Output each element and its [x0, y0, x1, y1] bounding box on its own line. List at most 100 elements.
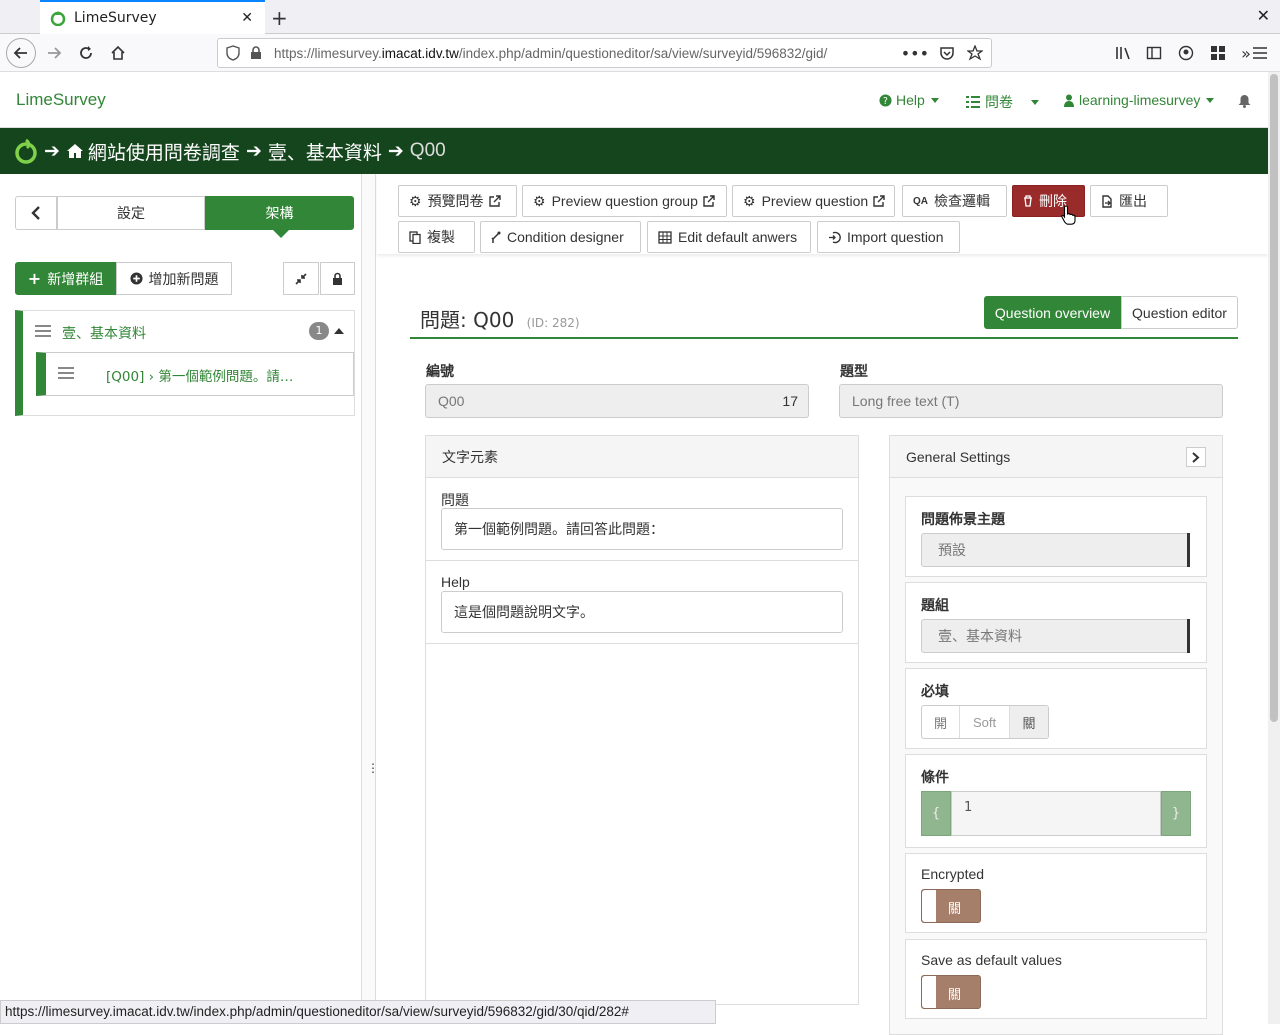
question-overview-button[interactable]: Question overview: [984, 296, 1121, 329]
condition-label: 條件: [921, 770, 949, 786]
table-icon: [658, 230, 672, 244]
copy-button[interactable]: 複製: [398, 221, 475, 253]
collapse-all-button[interactable]: [283, 262, 319, 295]
url-domain: imacat.idv.tw: [381, 45, 459, 61]
arrow-right-icon: ➔: [387, 140, 404, 162]
home-icon[interactable]: [104, 40, 132, 66]
qa-icon: QA: [913, 195, 928, 207]
check-logic-button[interactable]: QA 檢查邏輯: [902, 185, 1007, 217]
question-text-field[interactable]: 第一個範例問題。請回答此問題：: [441, 508, 843, 550]
limesurvey-logo-icon[interactable]: [14, 138, 38, 164]
add-question-button[interactable]: 增加新問題: [116, 262, 232, 295]
tab-settings[interactable]: 設定: [57, 196, 205, 230]
tab-title: LimeSurvey: [74, 10, 157, 26]
drag-handle-icon[interactable]: [35, 325, 51, 337]
browser-tab-bar: LimeSurvey ✕ + ✕: [0, 0, 1280, 34]
hamburger-menu-icon[interactable]: [1246, 40, 1274, 66]
expand-settings-button[interactable]: [1186, 447, 1206, 467]
preview-survey-button[interactable]: ⚙ 預覽問卷: [398, 185, 517, 217]
reload-icon[interactable]: [72, 40, 100, 66]
edit-default-answers-button[interactable]: Edit default anwers: [647, 221, 811, 253]
question-id-label: (ID: 282): [526, 316, 580, 330]
import-question-button[interactable]: Import question: [817, 221, 960, 253]
brand-logo-text[interactable]: LimeSurvey: [16, 90, 106, 110]
preview-question-button[interactable]: ⚙ Preview question: [732, 185, 895, 217]
theme-select[interactable]: 預設: [921, 533, 1190, 567]
mandatory-label: 必填: [921, 684, 949, 700]
breadcrumb-survey[interactable]: 網站使用問卷調查: [88, 138, 240, 165]
caret-up-icon[interactable]: [334, 328, 344, 334]
page-scrollbar[interactable]: [1268, 72, 1280, 1024]
scrollbar-thumb[interactable]: [1270, 74, 1278, 722]
user-menu[interactable]: learning-limesurvey: [1064, 92, 1215, 108]
add-group-button[interactable]: + 新增群組: [15, 262, 116, 295]
url-bar[interactable]: https://limesurvey.imacat.idv.tw/index.p…: [217, 38, 992, 68]
group-count-badge: 1: [309, 322, 329, 340]
question-title-prefix: 問題:: [420, 308, 467, 332]
lock-button[interactable]: [320, 262, 355, 295]
export-button[interactable]: 匯出: [1090, 185, 1168, 217]
question-type-label: 題型: [840, 364, 868, 380]
bell-icon[interactable]: [1238, 94, 1251, 108]
close-tab-icon[interactable]: ✕: [241, 10, 253, 26]
sidebar-toggle-icon[interactable]: [1140, 40, 1168, 66]
divider: [426, 560, 858, 561]
mandatory-option-off[interactable]: 關: [1010, 706, 1048, 738]
breadcrumb-group[interactable]: 壹、基本資料: [268, 138, 382, 165]
collapse-sidebar-button[interactable]: [15, 196, 57, 230]
question-editor-button[interactable]: Question editor: [1121, 296, 1238, 329]
url-prefix: https://limesurvey.: [274, 45, 382, 61]
save-default-value: 關: [948, 988, 962, 1003]
app-header: LimeSurvey ? Help 問卷 learning-limesurvey: [0, 72, 1268, 128]
help-menu[interactable]: ? Help: [879, 92, 939, 108]
encrypted-toggle[interactable]: 關: [921, 889, 981, 923]
text-elements-panel: 文字元素 問題 第一個範例問題。請回答此問題： Help 這是個問題說明文字。: [425, 435, 859, 1005]
extensions-icon[interactable]: [1204, 40, 1232, 66]
mandatory-toggle-group: 開 Soft 關: [921, 705, 1049, 739]
external-link-icon: [873, 195, 885, 207]
condition-input[interactable]: 1: [951, 791, 1161, 836]
panel-resize-handle[interactable]: ⋮: [362, 174, 379, 1000]
tab-structure[interactable]: 架構: [205, 196, 354, 230]
arrow-right-icon: ➔: [245, 140, 262, 162]
question-list-item[interactable]: [Q00] › 第一個範例問題。請…: [36, 352, 354, 396]
export-icon: [1101, 194, 1113, 208]
user-icon: [1064, 94, 1074, 107]
code-char-counter: 17: [782, 393, 798, 409]
account-icon[interactable]: [1172, 40, 1200, 66]
chevron-right-icon: [1192, 451, 1200, 463]
question-type-field: Long free text (T): [839, 384, 1223, 418]
question-text-label: 問題: [441, 493, 469, 509]
lock-icon[interactable]: [250, 46, 262, 60]
preview-question-group-button[interactable]: ⚙ Preview question group: [522, 185, 727, 217]
mandatory-option-soft[interactable]: Soft: [960, 706, 1010, 738]
toggle-knob: [922, 976, 936, 1008]
export-label: 匯出: [1119, 193, 1147, 209]
save-default-toggle[interactable]: 關: [921, 975, 981, 1009]
group-item-label[interactable]: 壹、基本資料: [62, 323, 146, 343]
browser-tab[interactable]: LimeSurvey ✕: [40, 0, 265, 34]
arrow-right-icon: ➔: [44, 140, 60, 162]
save-default-setting: Save as default values 關: [905, 939, 1207, 1019]
divider: [426, 643, 858, 644]
help-text-label: Help: [441, 574, 470, 590]
new-tab-icon[interactable]: +: [271, 6, 288, 30]
group-select[interactable]: 壹、基本資料: [921, 619, 1190, 653]
pocket-icon[interactable]: [939, 45, 955, 61]
page-actions-icon[interactable]: •••: [901, 44, 929, 63]
back-icon[interactable]: [6, 38, 36, 68]
chevron-left-icon: [31, 206, 40, 220]
code-value: Q00: [438, 393, 465, 409]
condition-designer-button[interactable]: Condition designer: [480, 221, 641, 253]
shield-icon[interactable]: [226, 45, 240, 61]
drag-handle-icon[interactable]: [58, 367, 74, 379]
svg-text:?: ?: [883, 95, 888, 106]
surveys-menu[interactable]: 問卷: [966, 92, 1039, 112]
close-window-icon[interactable]: ✕: [1257, 6, 1270, 25]
forward-icon[interactable]: [40, 40, 68, 66]
list-icon: [966, 96, 980, 108]
help-text-field[interactable]: 這是個問題說明文字。: [441, 591, 843, 633]
mandatory-option-on[interactable]: 開: [922, 706, 960, 738]
theme-setting: 問題佈景主題 預設: [905, 496, 1207, 577]
bookmark-star-icon[interactable]: [967, 45, 983, 61]
